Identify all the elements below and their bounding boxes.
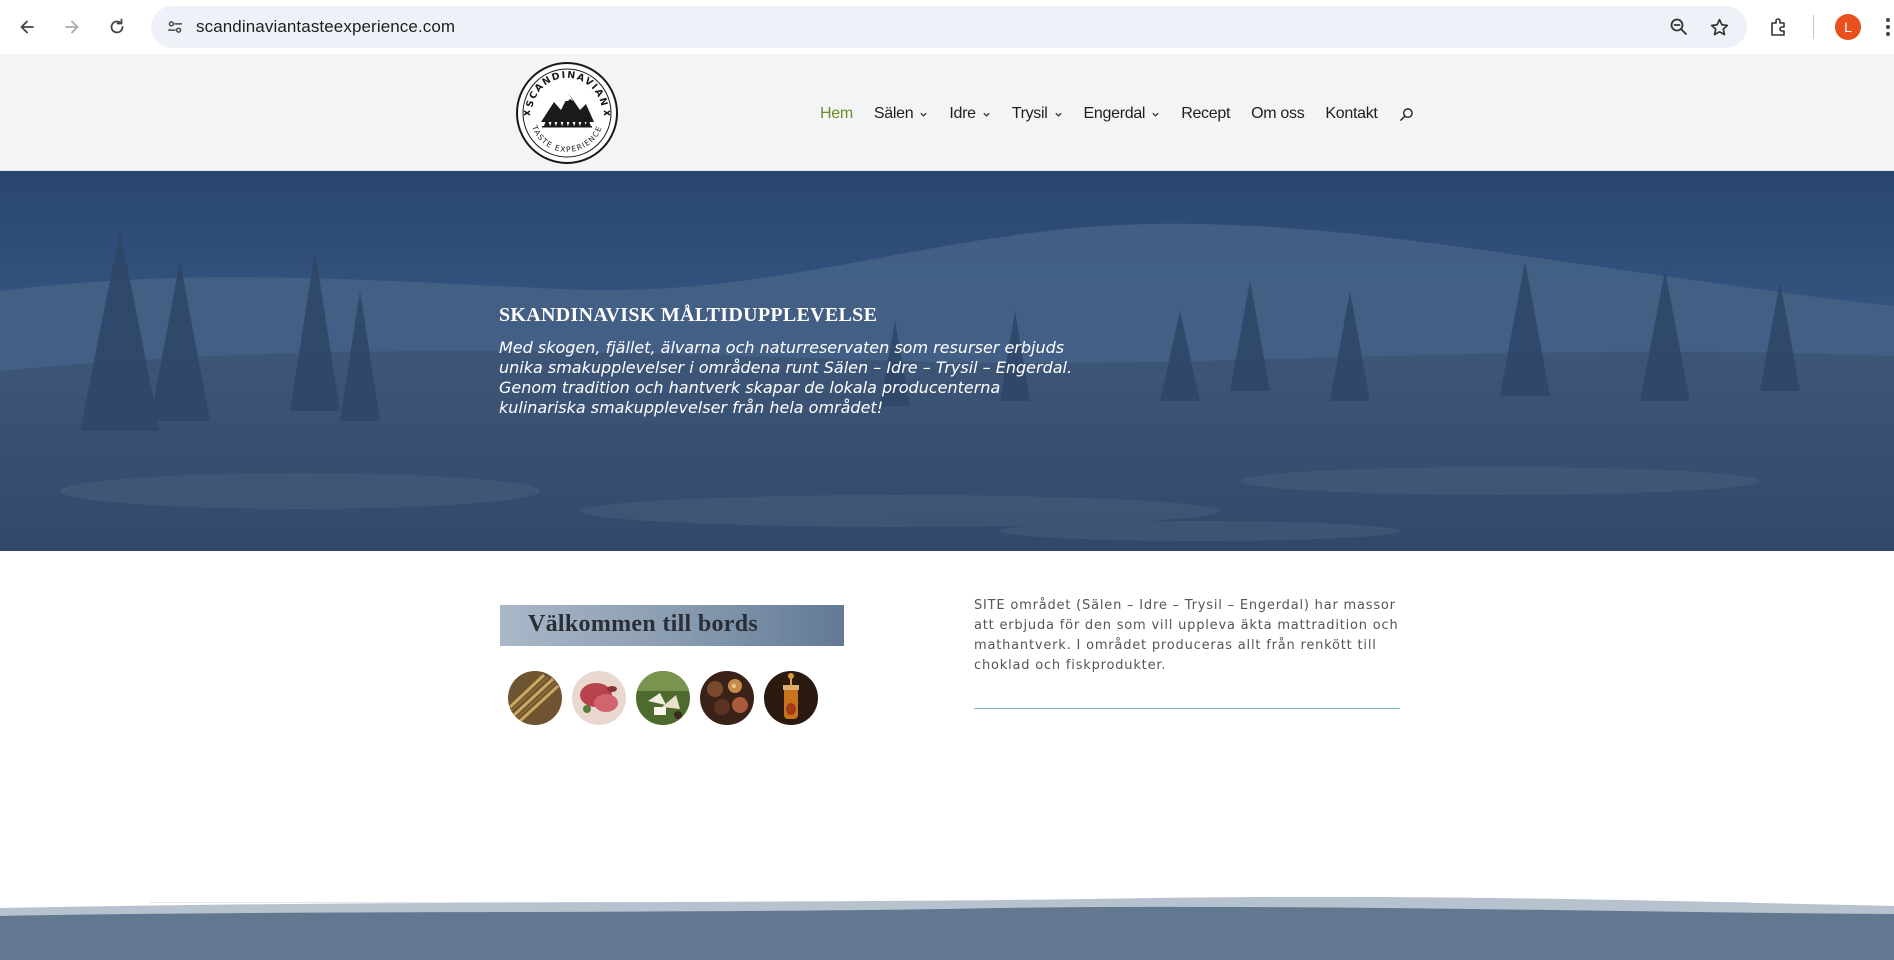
nav-item-engerdal[interactable]: Engerdal [1084, 105, 1161, 123]
grain-image [508, 671, 562, 725]
welcome-banner: Välkommen till bords [500, 605, 844, 646]
hero-title: SKANDINAVISK MÅLTIDUPPLEVELSE [499, 304, 878, 326]
chevron-down-icon [920, 112, 927, 117]
welcome-title: Välkommen till bords [528, 611, 759, 637]
zoom-icon[interactable] [1667, 15, 1691, 39]
reload-button[interactable] [100, 10, 134, 44]
toolbar-divider [1813, 15, 1814, 39]
site-header: SCANDINAVIAN TASTE EXPERIENCE Hem Sälen … [0, 54, 1894, 171]
arrow-right-icon [65, 20, 79, 34]
nav-item-recept[interactable]: Recept [1181, 105, 1230, 123]
hero-banner: SKANDINAVISK MÅLTIDUPPLEVELSE Med skogen… [0, 171, 1894, 551]
site-logo[interactable]: SCANDINAVIAN TASTE EXPERIENCE [514, 60, 620, 166]
chevron-down-icon [983, 112, 990, 117]
nav-item-idre[interactable]: Idre [949, 105, 990, 123]
address-bar[interactable]: scandinaviantasteexperience.com [151, 6, 1747, 48]
honey-image [764, 671, 818, 725]
nav-item-salen[interactable]: Sälen [874, 105, 928, 123]
site-info-button[interactable] [159, 11, 191, 43]
hero-description: Med skogen, fjället, älvarna och naturre… [499, 338, 1073, 417]
section-divider [974, 708, 1400, 709]
chevron-down-icon [1054, 112, 1062, 117]
logo-emblem: SCANDINAVIAN TASTE EXPERIENCE [516, 62, 618, 164]
forward-button[interactable] [55, 10, 89, 44]
search-icon[interactable] [1398, 105, 1416, 123]
arrow-left-icon [20, 20, 34, 34]
url-text[interactable]: scandinaviantasteexperience.com [196, 17, 455, 37]
chevron-down-icon [1152, 112, 1159, 117]
reload-icon [110, 18, 124, 34]
back-button[interactable] [10, 10, 44, 44]
profile-avatar[interactable]: L [1835, 14, 1861, 40]
chocolate-image [700, 671, 754, 725]
info-paragraph: SITE området (Sälen – Idre – Trysil – En… [974, 598, 1399, 673]
bookmark-star-icon[interactable] [1707, 15, 1731, 39]
cheese-image [636, 671, 690, 725]
browser-toolbar: scandinaviantasteexperience.com L [0, 0, 1894, 54]
tune-icon [167, 21, 183, 33]
nav-item-om-oss[interactable]: Om oss [1251, 105, 1305, 123]
meat-image [572, 671, 626, 725]
food-image-row [508, 671, 818, 725]
footer-wave-divider [0, 896, 1894, 960]
more-menu-icon[interactable] [1882, 14, 1894, 40]
extensions-icon[interactable] [1764, 12, 1794, 42]
main-navigation: Hem Sälen Idre Trysil Engerdal Recept Om… [820, 102, 1416, 126]
nav-item-trysil[interactable]: Trysil [1012, 105, 1063, 123]
nav-item-hem[interactable]: Hem [820, 105, 853, 123]
nav-item-kontakt[interactable]: Kontakt [1325, 105, 1377, 123]
